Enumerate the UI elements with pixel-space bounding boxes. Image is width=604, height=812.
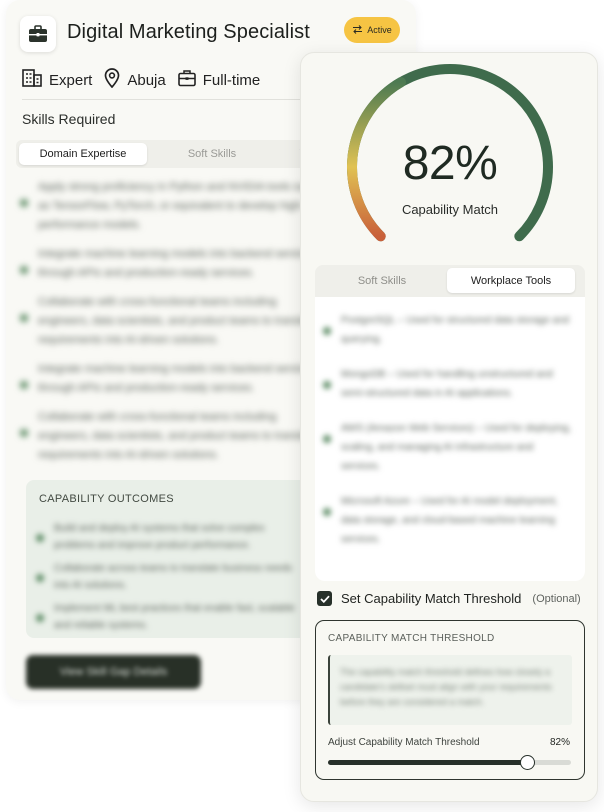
meta-type-label: Full-time (202, 71, 261, 89)
tab-soft-skills[interactable]: Soft Skills (162, 143, 262, 165)
bullet (323, 508, 331, 516)
bullet (36, 574, 44, 582)
skills-tabs: Domain Expertise Soft Skills W (16, 140, 316, 168)
threshold-slider[interactable] (328, 755, 571, 770)
tab-soft-skills[interactable]: Soft Skills (321, 268, 443, 293)
tab-workplace-tools[interactable]: Workplace Tools (447, 268, 575, 293)
swap-icon (352, 24, 363, 36)
bullet (323, 327, 331, 335)
meta-type: Full-time (177, 69, 261, 91)
slider-thumb[interactable] (520, 755, 536, 770)
briefcase-icon (177, 69, 196, 91)
threshold-value: 82% (549, 737, 570, 748)
match-label: Capability Match (401, 202, 499, 217)
threshold-description-field[interactable]: The capability match threshold defines h… (328, 655, 572, 725)
bullet (20, 314, 28, 322)
bullet (323, 435, 331, 443)
bullet (20, 381, 28, 389)
threshold-description: The capability match threshold defines h… (340, 667, 552, 707)
optional-label: (Optional) (532, 592, 581, 605)
view-details-button[interactable]: View Skill Gap Details (26, 655, 201, 689)
threshold-toggle[interactable]: Set Capability Match Threshold (Optional… (317, 591, 581, 606)
bullet (20, 429, 28, 437)
list-item: Collaborate with cross-functional teams … (20, 408, 320, 465)
tools-panel: Soft Skills Workplace Tools PostgreSQL –… (315, 265, 585, 581)
bullet (36, 614, 44, 622)
list-item: Collaborate with cross-functional teams … (20, 293, 320, 350)
list-item: Implement ML best practices that enable … (36, 600, 306, 634)
meta-location-label: Abuja (127, 71, 166, 89)
bullet (36, 534, 44, 542)
check-icon (319, 595, 330, 603)
list-item: Apply strong proficiency in Python and N… (20, 178, 320, 235)
bullet (20, 199, 28, 207)
list-item: Collaborate across teams to translate bu… (36, 560, 306, 594)
match-percent: 82% (402, 137, 498, 190)
skills-list: Apply strong proficiency in Python and N… (20, 178, 320, 475)
status-badge[interactable]: Active (344, 17, 400, 43)
threshold-box: CAPABILITY MATCH THRESHOLD The capabilit… (315, 620, 585, 780)
building-icon (22, 69, 42, 91)
divider (22, 99, 322, 100)
list-item: Integrate machine learning models into b… (20, 245, 320, 283)
briefcase-icon (20, 16, 56, 52)
bullet (20, 266, 28, 274)
status-label: Active (367, 25, 392, 35)
job-meta: Expert Abuja Full-time (22, 68, 272, 92)
list-item: PostgreSQL – Used for structured data st… (323, 311, 573, 349)
meta-level: Expert (22, 69, 92, 91)
tab-domain-expertise[interactable]: Domain Expertise (19, 143, 147, 165)
capability-outcomes: CAPABILITY OUTCOMES Build and deploy AI … (26, 480, 316, 638)
bullet (323, 381, 331, 389)
threshold-box-title: CAPABILITY MATCH THRESHOLD (328, 633, 495, 644)
meta-location: Abuja (104, 68, 166, 92)
match-card: 82% Capability Match Soft Skills Workpla… (300, 52, 598, 802)
threshold-checkbox[interactable] (317, 591, 332, 606)
job-title: Digital Marketing Specialist (67, 21, 310, 43)
list-item: MongoDB – Used for handling unstructured… (323, 365, 573, 403)
list-item: Integrate machine learning models into b… (20, 360, 320, 398)
list-item: Microsoft Azure – Used for AI model depl… (323, 492, 573, 549)
slider-fill (328, 760, 528, 765)
list-item: Build and deploy AI systems that solve c… (36, 520, 306, 554)
skills-heading: Skills Required (22, 111, 116, 127)
list-item: AWS (Amazon Web Services) – Used for dep… (323, 419, 573, 476)
meta-level-label: Expert (49, 71, 93, 89)
threshold-checkbox-label: Set Capability Match Threshold (341, 591, 522, 606)
location-pin-icon (104, 68, 120, 92)
match-tabs: Soft Skills Workplace Tools (315, 265, 585, 297)
outcomes-list: Build and deploy AI systems that solve c… (36, 520, 306, 640)
job-header: Digital Marketing Specialist Active (20, 14, 402, 54)
tools-list: PostgreSQL – Used for structured data st… (323, 311, 573, 565)
outcomes-title: CAPABILITY OUTCOMES (39, 493, 174, 505)
adjust-threshold-label: Adjust Capability Match Threshold (328, 737, 480, 748)
